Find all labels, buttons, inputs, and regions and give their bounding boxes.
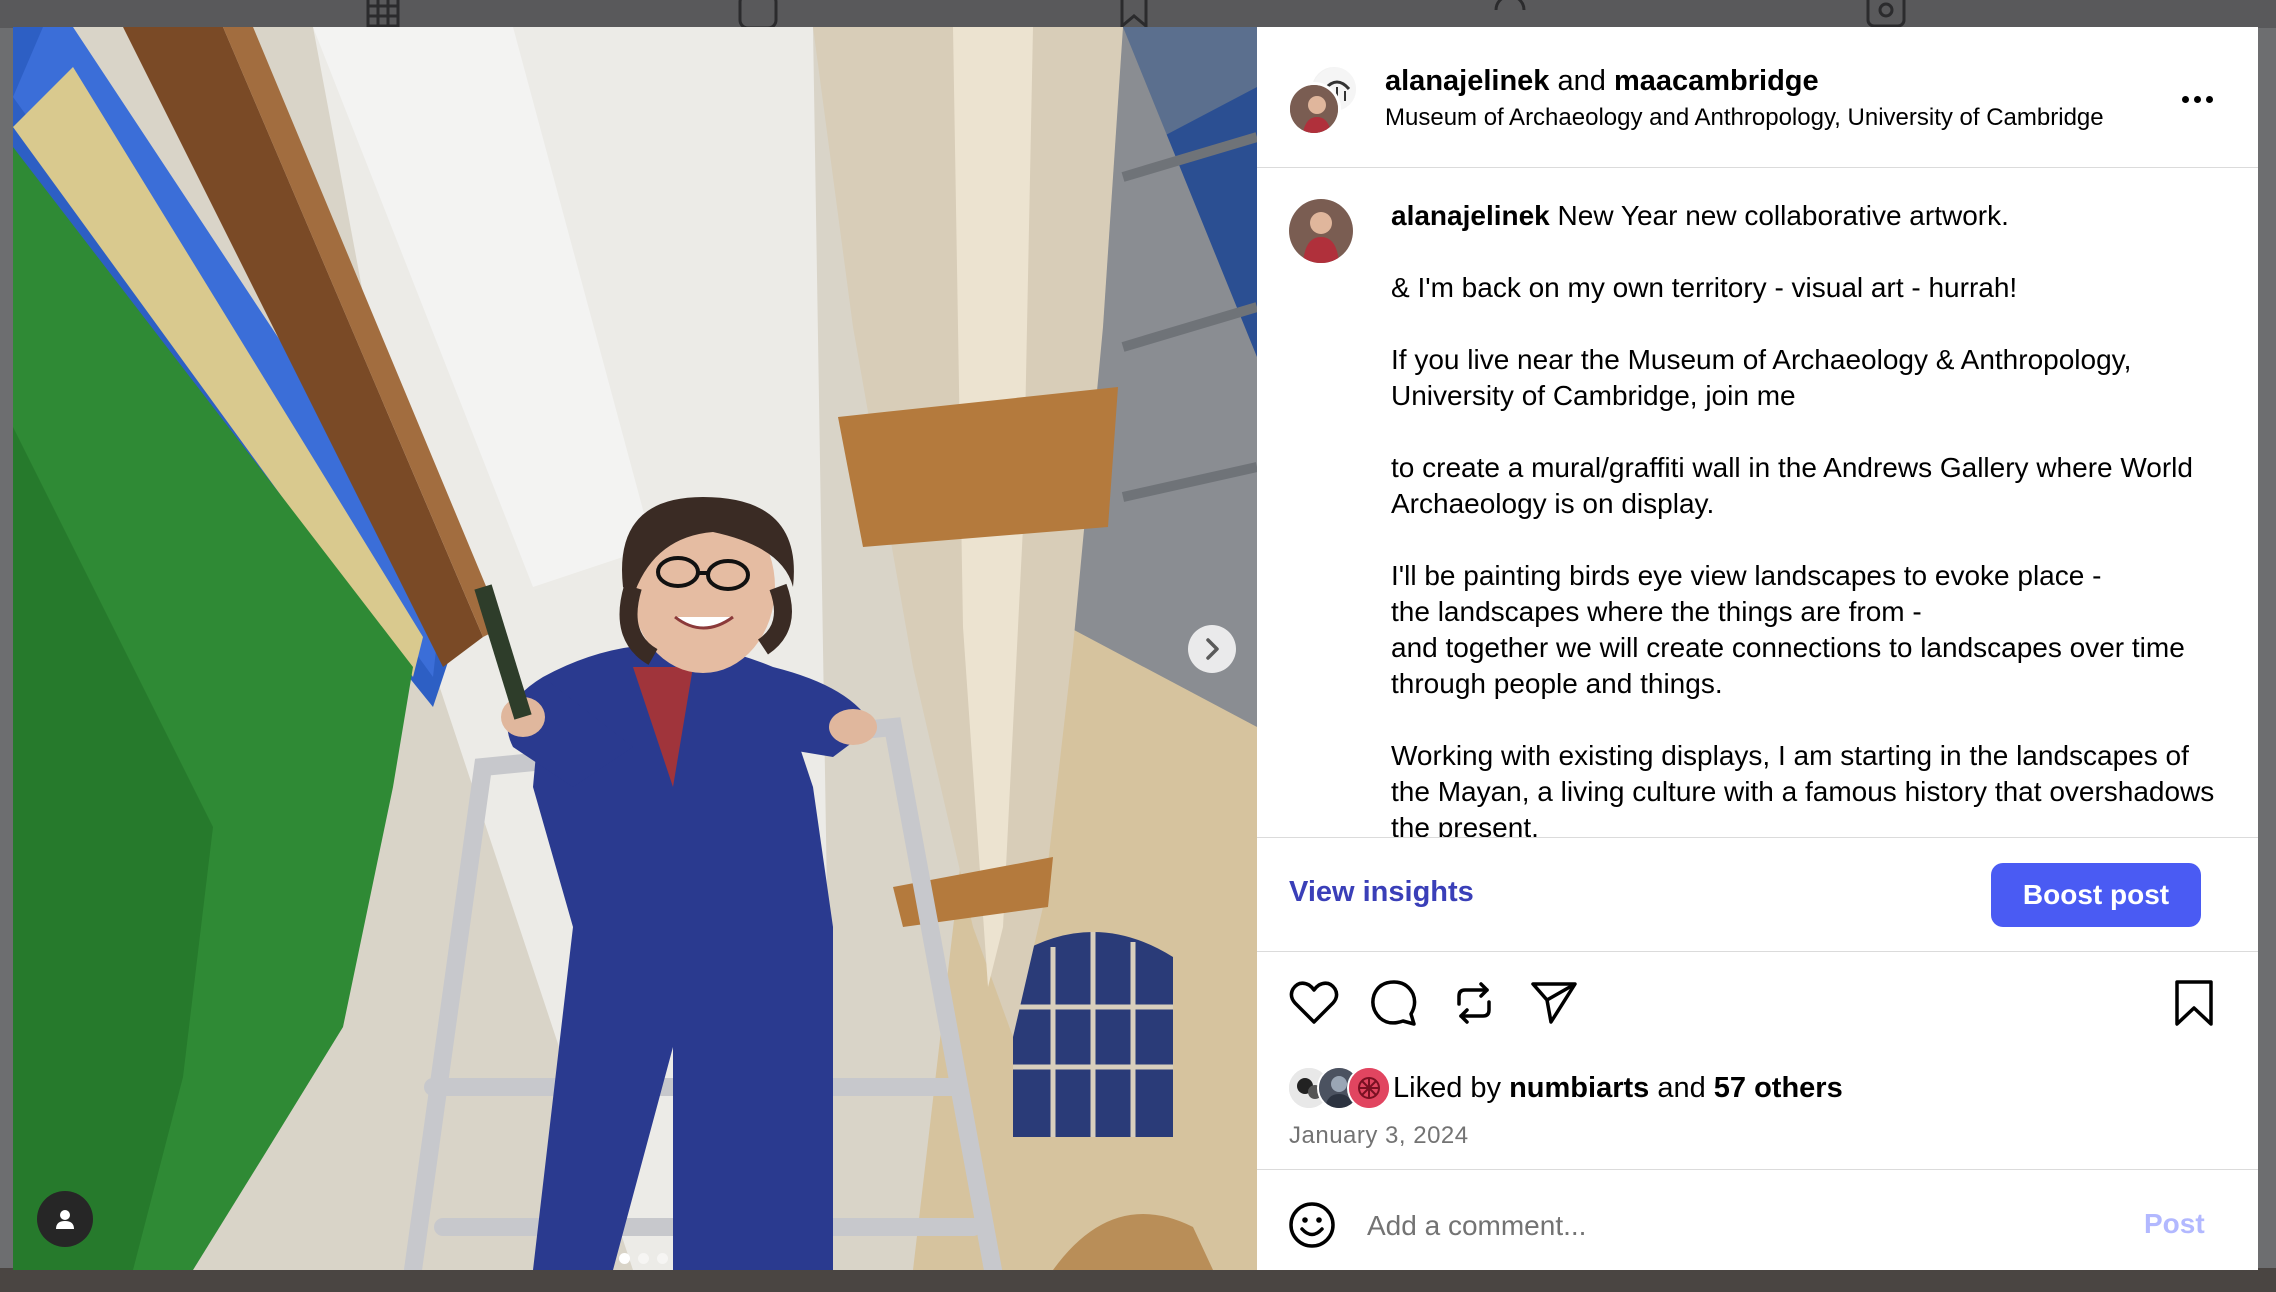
liked-by-prefix: Liked by — [1393, 1071, 1502, 1104]
repost-button[interactable] — [1447, 976, 1501, 1030]
avatar-alanajelinek — [1287, 82, 1341, 136]
bookmark-icon — [2175, 980, 2213, 1026]
comment-button[interactable] — [1367, 976, 1421, 1030]
emoji-button[interactable] — [1287, 1200, 1337, 1250]
caption-section[interactable]: alanajelinek New Year new collaborative … — [1257, 168, 2258, 838]
saved-icon — [1112, 0, 1156, 30]
photo-artist-painting-mural — [13, 27, 1257, 1270]
caption-paragraph: Working with existing displays, I am sta… — [1391, 740, 2215, 838]
carousel-dot-active — [619, 1253, 630, 1264]
post-header: alanajelinek and maacambridge Museum of … — [1257, 27, 2258, 168]
liked-by-others[interactable]: 57 others — [1714, 1072, 1843, 1104]
tagged-users-button[interactable] — [37, 1191, 93, 1247]
grid-icon — [362, 0, 406, 28]
save-button[interactable] — [2167, 976, 2221, 1030]
post-details-panel: alanajelinek and maacambridge Museum of … — [1257, 27, 2258, 1270]
collab-avatars[interactable] — [1287, 64, 1359, 136]
comment-icon — [1371, 980, 1417, 1026]
caption-text: alanajelinek New Year new collaborative … — [1391, 198, 2221, 838]
more-dot — [2193, 95, 2201, 103]
chevron-right-icon — [1206, 638, 1219, 660]
user-tag-icon — [56, 1210, 74, 1229]
carousel-next-button[interactable] — [1188, 625, 1236, 673]
post-modal: alanajelinek and maacambridge Museum of … — [13, 27, 2258, 1270]
carousel-indicator — [619, 1253, 668, 1264]
emoji-icon — [1289, 1202, 1335, 1248]
post-date[interactable]: January 3, 2024 — [1289, 1122, 1469, 1150]
carousel-dot — [638, 1253, 649, 1264]
comment-input[interactable] — [1367, 1204, 2067, 1248]
collab-username[interactable]: maacambridge — [1614, 65, 1819, 97]
liked-by-text[interactable]: Liked by numbiarts and 57 others — [1393, 1072, 1843, 1105]
caption-paragraph: & I'm back on my own territory - visual … — [1391, 272, 2018, 303]
author-username[interactable]: alanajelinek — [1385, 65, 1549, 97]
add-comment-bar: Post — [1257, 1170, 2258, 1270]
heart-icon — [1289, 981, 1339, 1024]
caption-avatar[interactable] — [1289, 199, 1353, 263]
caption-line: New Year new collaborative artwork. — [1557, 200, 2009, 231]
liked-by-user[interactable]: numbiarts — [1509, 1072, 1649, 1104]
more-options-button[interactable] — [2175, 79, 2219, 119]
post-location[interactable]: Museum of Archaeology and Anthropology, … — [1385, 104, 2104, 132]
share-button[interactable] — [1527, 976, 1581, 1030]
caption-paragraph: I'll be painting birds eye view landscap… — [1391, 560, 2185, 699]
more-horizontal-icon — [2181, 95, 2189, 103]
post-comment-button[interactable]: Post — [2144, 1208, 2205, 1240]
author-connector: and — [1557, 65, 1606, 97]
like-button[interactable] — [1287, 976, 1341, 1030]
liked-by-connector: and — [1657, 1071, 1706, 1104]
view-insights-link[interactable]: View insights — [1289, 876, 1474, 909]
send-icon — [1531, 982, 1577, 1024]
caption-paragraph: If you live near the Museum of Archaeolo… — [1391, 344, 2132, 411]
background-grid-peek — [0, 1268, 2276, 1292]
post-photo — [13, 27, 1257, 1270]
boost-post-button[interactable]: Boost post — [1991, 863, 2201, 927]
tagged-icon — [1864, 0, 1908, 28]
liker-avatar — [1347, 1066, 1391, 1110]
caption-paragraph: to create a mural/graffiti wall in the A… — [1391, 452, 2193, 519]
likes-summary: Liked by numbiarts and 57 others — [1287, 1066, 1843, 1110]
insights-bar: View insights Boost post — [1257, 838, 2258, 952]
liker-avatars — [1287, 1066, 1393, 1110]
repost-icon — [1457, 982, 1491, 1024]
more-dot — [2205, 95, 2213, 103]
post-authors: alanajelinek and maacambridge — [1385, 65, 1819, 98]
reels-icon — [736, 0, 780, 30]
caption-paragraph: alanajelinek New Year new collaborative … — [1391, 198, 2221, 234]
repost-tab-icon — [1488, 0, 1532, 28]
caption-username[interactable]: alanajelinek — [1391, 200, 1550, 231]
post-actions: Liked by numbiarts and 57 others January… — [1257, 952, 2258, 1170]
carousel-dot — [657, 1253, 668, 1264]
